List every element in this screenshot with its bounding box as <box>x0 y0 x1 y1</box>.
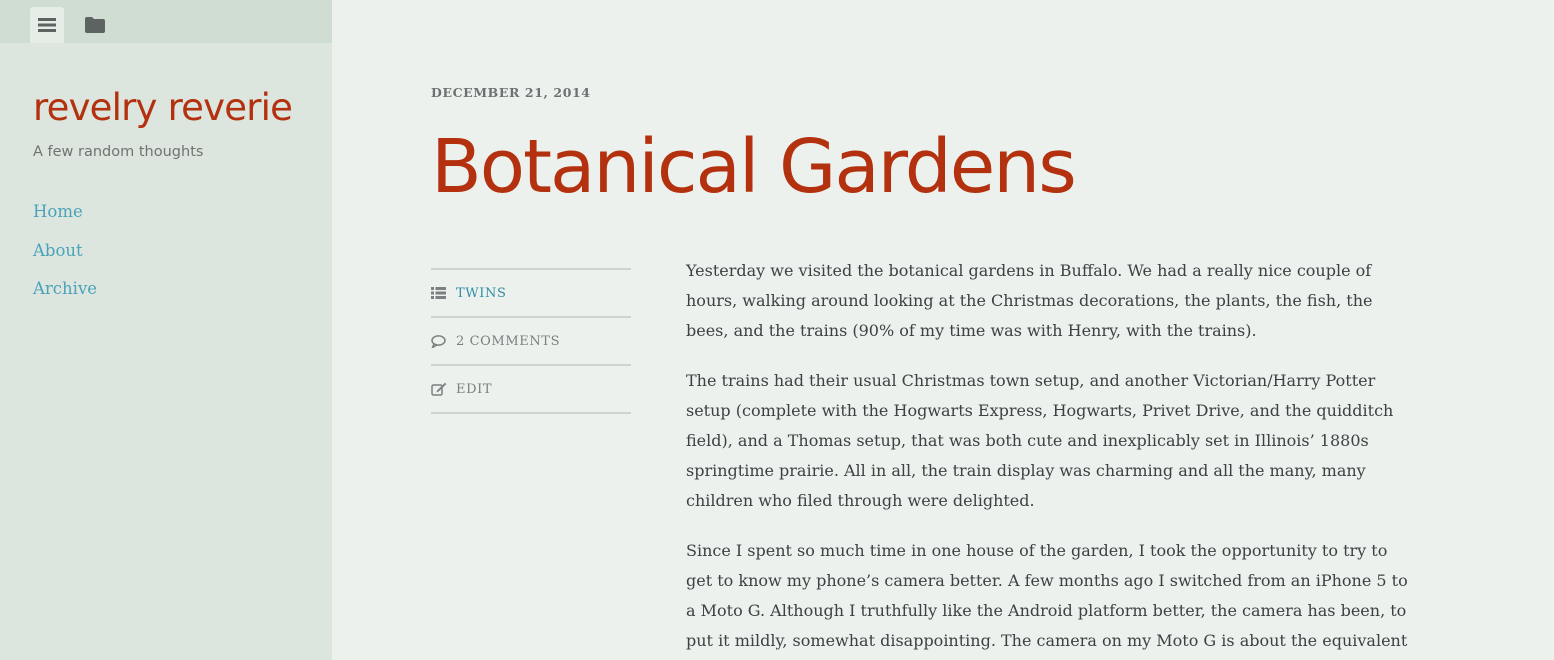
nav-item-home: Home <box>33 202 97 241</box>
category-link[interactable]: Twins <box>456 286 506 301</box>
nav-item-about: About <box>33 241 97 280</box>
nav-link-archive[interactable]: Archive <box>33 279 97 298</box>
sidebar-toolbar <box>0 0 332 43</box>
comments-link[interactable]: 2 Comments <box>456 334 560 349</box>
sidebar-nav: Home About Archive <box>33 202 97 318</box>
post-body: Yesterday we visited the botanical garde… <box>686 256 1414 660</box>
comment-icon <box>431 334 456 348</box>
post-paragraph: Since I spent so much time in one house … <box>686 541 1408 650</box>
meta-edit: Edit <box>431 366 631 414</box>
nav-item-archive: Archive <box>33 279 97 318</box>
list-icon <box>431 287 456 299</box>
folder-icon <box>85 17 105 33</box>
edit-link[interactable]: Edit <box>456 382 492 397</box>
post-title: Botanical Gardens <box>431 124 1077 210</box>
site-description: A few random thoughts <box>33 144 204 160</box>
meta-comments: 2 Comments <box>431 318 631 366</box>
meta-category: Twins <box>431 270 631 318</box>
nav-link-about[interactable]: About <box>33 241 83 260</box>
post-paragraph: Yesterday we visited the botanical garde… <box>686 261 1373 340</box>
post-date[interactable]: December 21, 2014 <box>431 85 591 100</box>
menu-toggle-button[interactable] <box>30 7 64 43</box>
nav-link-home[interactable]: Home <box>33 202 83 221</box>
menu-icon <box>38 18 56 32</box>
post-meta: Twins 2 Comments Edit <box>431 268 631 414</box>
sidebar: revelry reverie A few random thoughts Ho… <box>0 0 332 660</box>
site-title[interactable]: revelry reverie <box>33 86 293 129</box>
archive-toggle-button[interactable] <box>78 7 112 43</box>
edit-icon <box>431 382 456 396</box>
post-paragraph: The trains had their usual Christmas tow… <box>686 371 1394 510</box>
